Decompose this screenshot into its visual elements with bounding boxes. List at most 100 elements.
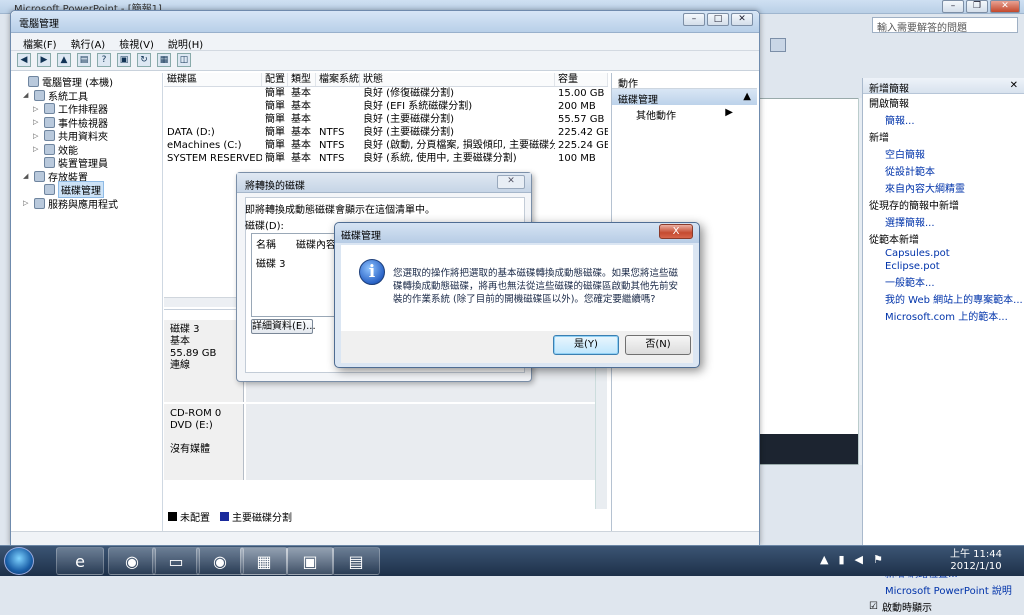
choose-presentation-link[interactable]: 選擇簡報...: [863, 213, 1024, 230]
menubar: 檔案(F) 執行(A) 檢視(V) 說明(H): [11, 33, 759, 51]
yes-button[interactable]: 是(Y): [553, 335, 619, 355]
disks-label: 磁碟(D):: [245, 221, 284, 232]
powerpoint-task-icon[interactable]: ▤: [332, 547, 380, 575]
tree-item-device-manager[interactable]: 裝置管理員: [17, 156, 160, 170]
show-tree-icon[interactable]: ▤: [77, 53, 91, 67]
list-item[interactable]: 磁碟 3: [252, 253, 340, 272]
tree-item-task-scheduler[interactable]: ▷ 工作排程器: [17, 102, 160, 116]
refresh-icon[interactable]: ↻: [137, 53, 151, 67]
table-row[interactable]: 簡單 基本 良好 (修復磁碟分割) 15.00 GB: [164, 87, 608, 100]
performance-icon: [44, 143, 55, 155]
help-icon[interactable]: ?: [97, 53, 111, 67]
tree-item-shared-folders[interactable]: ▷ 共用資料夾: [17, 129, 160, 143]
mmc-maximize-button[interactable]: □: [707, 13, 729, 26]
mmc-close-button[interactable]: ✕: [731, 13, 753, 26]
disk-list[interactable]: 名稱 磁碟內容 磁碟 3: [251, 233, 341, 317]
mmc-minimize-button[interactable]: –: [683, 13, 705, 26]
convert-dialog-close-button[interactable]: ✕: [497, 175, 525, 189]
details-button[interactable]: 詳細資料(E)...: [251, 319, 316, 334]
template-capsules-link[interactable]: Capsules.pot: [863, 247, 1024, 260]
computer-management-task-icon[interactable]: ▦: [240, 547, 288, 575]
tree-item-disk-management[interactable]: 磁碟管理: [17, 181, 160, 199]
disk-size: 55.89 GB: [170, 348, 217, 359]
ms-templates-link[interactable]: Microsoft.com 上的範本...: [863, 307, 1024, 324]
table-row[interactable]: DATA (D:) 簡單 基本 NTFS 良好 (主要磁碟分割) 225.42 GB: [164, 126, 608, 139]
col-name[interactable]: 名稱: [256, 236, 276, 251]
disk-management-task-icon[interactable]: ▣: [286, 547, 334, 575]
minimize-button[interactable]: –: [942, 0, 964, 13]
information-icon: i: [359, 259, 385, 285]
no-button[interactable]: 否(N): [625, 335, 691, 355]
actions-section[interactable]: 磁碟管理 ▲: [612, 89, 757, 106]
confirm-message: 您選取的操作將把選取的基本磁碟轉換成動態磁碟。如果您將這些磁碟轉換成動態磁碟，將…: [393, 268, 679, 305]
col-status[interactable]: 狀態: [360, 73, 555, 86]
cdrom-body[interactable]: [246, 404, 606, 480]
flag-icon[interactable]: ⚑: [873, 553, 883, 566]
restore-button[interactable]: ❐: [966, 0, 988, 13]
table-row[interactable]: SYSTEM RESERVED 簡單 基本 NTFS 良好 (系統, 使用中, 主要磁碟…: [164, 152, 608, 165]
blank-presentation-link[interactable]: 空白簡報: [863, 145, 1024, 162]
design-template-link[interactable]: 從設計範本: [863, 162, 1024, 179]
cdrom-label[interactable]: CD-ROM 0 DVD (E:) 沒有媒體: [164, 404, 244, 480]
help-search-input[interactable]: 輸入需要解答的問題: [872, 17, 1018, 34]
table-row[interactable]: eMachines (C:) 簡單 基本 NTFS 良好 (啟動, 分頁檔案, 損毀傾印…: [164, 139, 608, 152]
firefox-window-icon[interactable]: ◉: [196, 547, 244, 575]
web-templates-link[interactable]: 我的 Web 網站上的專案範本...: [863, 290, 1024, 307]
properties-icon[interactable]: ▣: [117, 53, 131, 67]
menu-view[interactable]: 檢視(V): [119, 36, 154, 51]
clock-date: 2012/1/10: [950, 561, 1002, 572]
computer-icon: [28, 76, 39, 88]
help-link[interactable]: Microsoft PowerPoint 說明: [863, 581, 1024, 598]
col-filesystem[interactable]: 檔案系統: [316, 73, 360, 86]
expand-icon[interactable]: ◢: [23, 172, 31, 180]
expand-icon[interactable]: ◢: [23, 91, 31, 99]
firefox-icon[interactable]: ◉: [108, 547, 156, 575]
disk-icon[interactable]: ◫: [177, 53, 191, 67]
show-hidden-icons-icon[interactable]: ▲: [820, 553, 828, 566]
up-folder-icon[interactable]: ▲: [57, 53, 71, 67]
open-presentation-link[interactable]: 簡報...: [863, 111, 1024, 128]
cdrom-name: CD-ROM 0: [170, 408, 222, 419]
tree-item-computer-management[interactable]: 電腦管理 (本機): [17, 75, 160, 89]
confirm-dialog-close-button[interactable]: X: [659, 224, 693, 239]
cdrom-state: 沒有媒體: [170, 444, 210, 455]
explorer-folder-icon[interactable]: ▭: [152, 547, 200, 575]
convert-dialog-title: 將轉換的磁碟: [237, 173, 531, 193]
table-row[interactable]: 簡單 基本 良好 (主要磁碟分割) 55.57 GB: [164, 113, 608, 126]
menu-help[interactable]: 說明(H): [168, 36, 203, 51]
collapse-icon[interactable]: ▲: [743, 91, 751, 103]
col-disk-content[interactable]: 磁碟內容: [296, 236, 336, 251]
tree-item-system-tools[interactable]: ◢ 系統工具: [17, 89, 160, 103]
menu-file[interactable]: 檔案(F): [23, 36, 57, 51]
table-row[interactable]: 簡單 基本 良好 (EFI 系統磁碟分割) 200 MB: [164, 100, 608, 113]
close-icon[interactable]: ✕: [1010, 80, 1018, 91]
clock[interactable]: 上午 11:44 2012/1/10: [950, 549, 1002, 573]
more-actions[interactable]: 其他動作 ▶: [612, 105, 757, 122]
col-layout[interactable]: 配置: [262, 73, 288, 86]
tree-item-event-viewer[interactable]: ▷ 事件檢視器: [17, 116, 160, 130]
legend: 未配置 主要磁碟分割: [164, 509, 608, 524]
template-eclipse-link[interactable]: Eclipse.pot: [863, 260, 1024, 273]
forward-icon[interactable]: ▶: [37, 53, 51, 67]
section-from-template: 從範本新增: [869, 235, 919, 246]
export-list-icon[interactable]: ▦: [157, 53, 171, 67]
speaker-icon[interactable]: ◀: [855, 553, 863, 566]
back-icon[interactable]: ◀: [17, 53, 31, 67]
col-type[interactable]: 類型: [288, 73, 316, 86]
tree-item-performance[interactable]: ▷ 效能: [17, 143, 160, 157]
disk-3-label[interactable]: 磁碟 3 基本 55.89 GB 連線: [164, 320, 244, 402]
col-volume[interactable]: 磁碟區: [164, 73, 262, 86]
start-button[interactable]: [4, 547, 34, 575]
close-button[interactable]: ✕: [990, 0, 1020, 13]
show-at-startup-checkbox[interactable]: ☑ 啟動時顯示: [863, 598, 1024, 615]
autocontent-wizard-link[interactable]: 來自內容大綱精靈: [863, 179, 1024, 196]
col-capacity[interactable]: 容量: [555, 73, 608, 86]
general-templates-link[interactable]: 一般範本...: [863, 273, 1024, 290]
tree-item-services-apps[interactable]: ▷ 服務與應用程式: [17, 197, 160, 211]
convert-dialog-message: 即將轉換成動態磁碟會顯示在這個清單中。: [245, 205, 435, 216]
ie-icon[interactable]: e: [56, 547, 104, 575]
network-icon[interactable]: ▮: [838, 553, 844, 566]
toolbar-icon[interactable]: [770, 38, 786, 52]
menu-action[interactable]: 執行(A): [71, 36, 106, 51]
event-viewer-icon: [44, 116, 55, 128]
